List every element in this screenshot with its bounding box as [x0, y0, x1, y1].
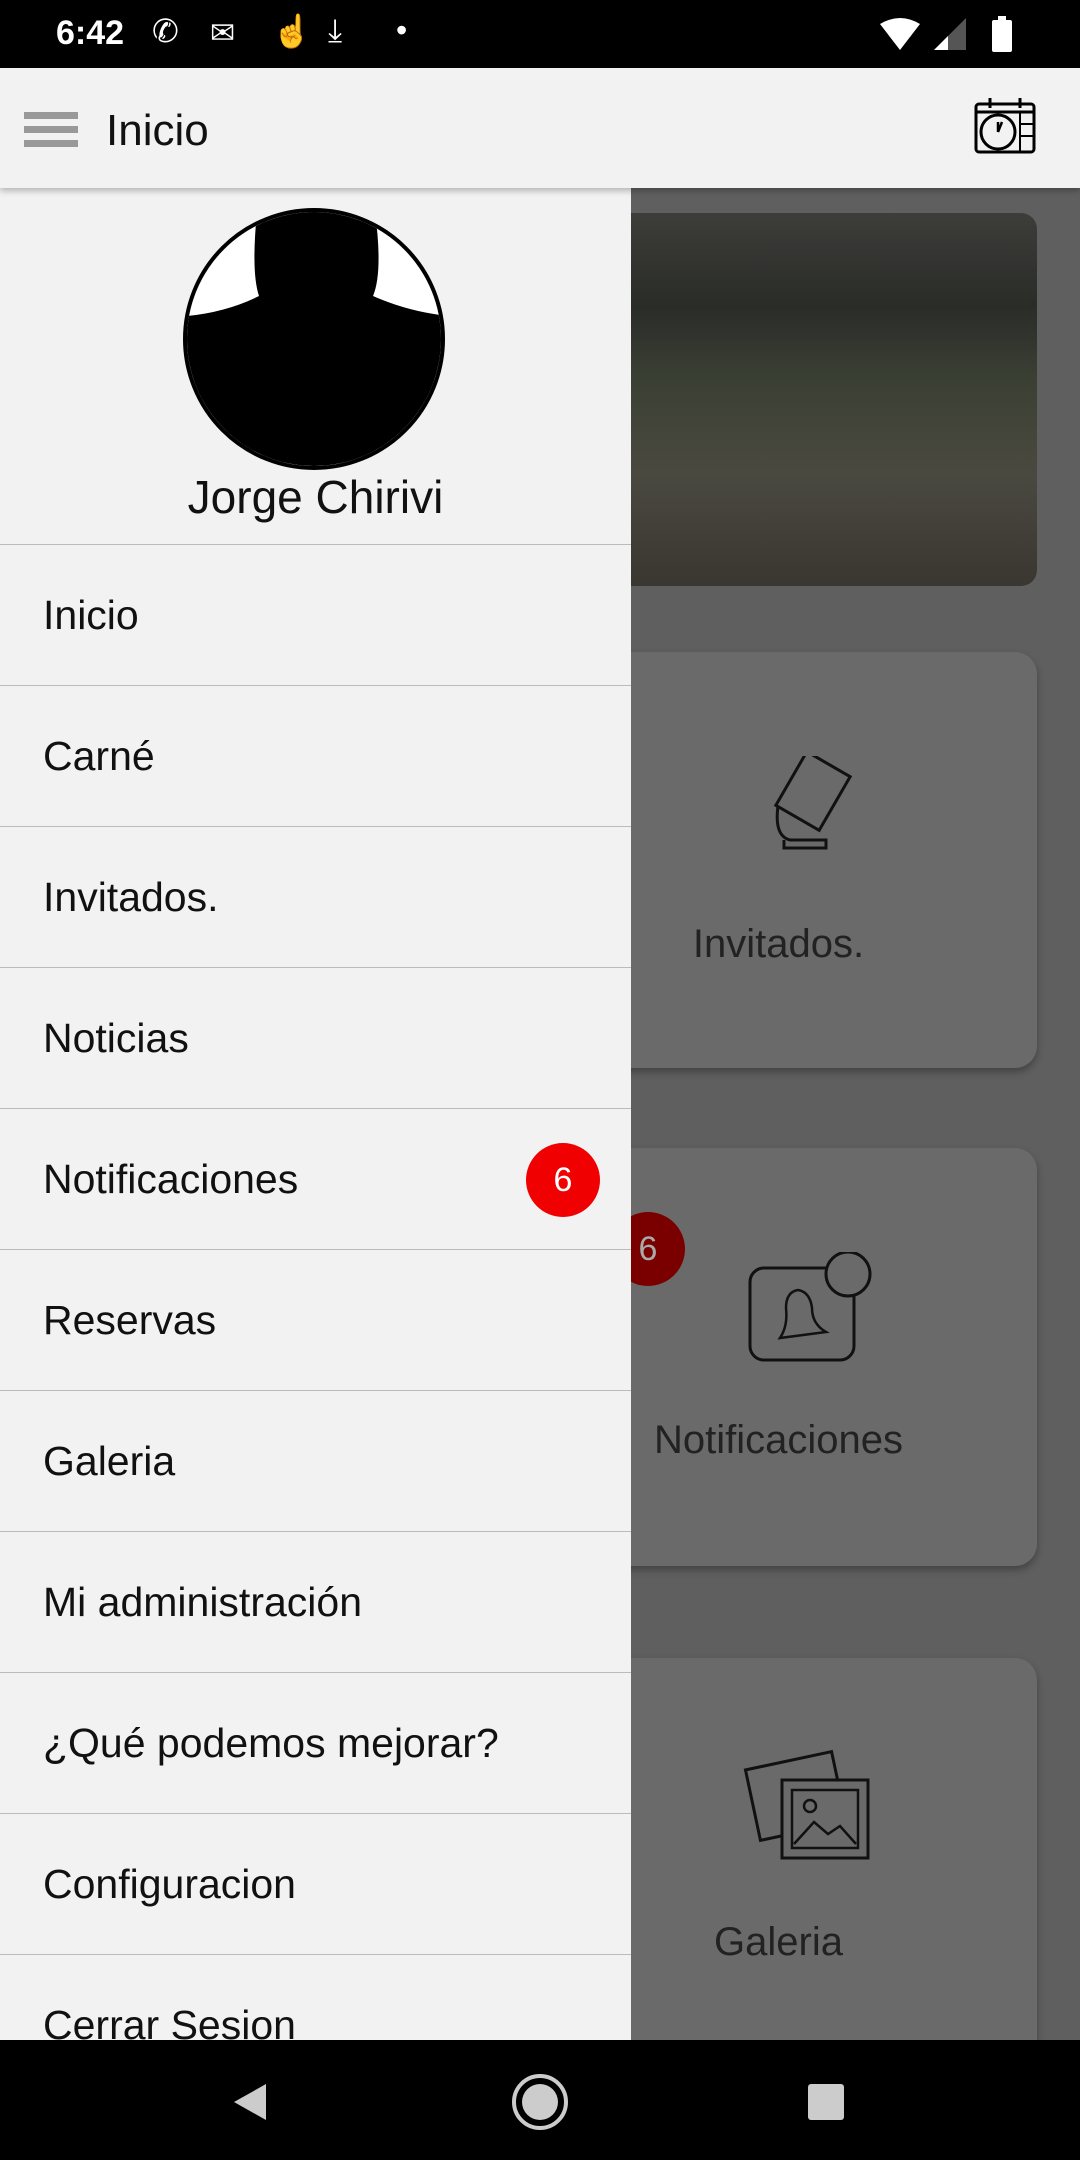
status-time: 6:42	[56, 14, 125, 52]
menu-item-mejorar[interactable]: ¿Qué podemos mejorar?	[0, 1672, 631, 1813]
wifi-icon	[880, 18, 920, 50]
battery-icon	[992, 16, 1012, 52]
menu-item-configuracion[interactable]: Configuracion	[0, 1813, 631, 1954]
app-bar: Inicio	[0, 68, 1080, 188]
status-bar: 6:42 ✆ ✉ ☝ ⤓ •	[0, 0, 1080, 68]
recents-icon[interactable]	[806, 2082, 846, 2122]
menu-item-label: Noticias	[43, 1014, 189, 1061]
menu-item-label: Notificaciones	[43, 1155, 299, 1202]
menu-item-mi-administracion[interactable]: Mi administración	[0, 1531, 631, 1672]
user-silhouette-icon	[187, 212, 441, 466]
navigation-drawer: Jorge Chirivi Inicio Carné Invitados. No…	[0, 188, 631, 2040]
menu-item-label: Inicio	[43, 591, 139, 638]
hero-image	[580, 213, 1037, 586]
menu-item-reservas[interactable]: Reservas	[0, 1249, 631, 1390]
menu-item-galeria[interactable]: Galeria	[0, 1390, 631, 1531]
menu-item-label: Reservas	[43, 1296, 217, 1343]
menu-item-carne[interactable]: Carné	[0, 685, 631, 826]
drawer-menu: Inicio Carné Invitados. Noticias Notific…	[0, 544, 631, 2040]
menu-item-noticias[interactable]: Noticias	[0, 967, 631, 1108]
back-icon[interactable]	[230, 2082, 270, 2122]
menu-item-label: ¿Qué podemos mejorar?	[43, 1719, 499, 1766]
menu-item-inicio[interactable]: Inicio	[0, 544, 631, 685]
menu-item-label: Configuracion	[43, 1860, 296, 1907]
gallery-icon	[743, 1749, 870, 1860]
page-title: Inicio	[106, 106, 209, 155]
dot-icon: •	[396, 12, 408, 48]
hamburger-icon[interactable]	[24, 112, 78, 148]
menu-item-label: Invitados.	[43, 873, 219, 920]
menu-item-cerrar-sesion[interactable]: Cerrar Sesion	[0, 1954, 631, 2040]
user-name: Jorge Chirivi	[187, 471, 444, 523]
menu-item-label: Cerrar Sesion	[43, 2001, 296, 2041]
bell-notification-icon	[748, 1252, 872, 1362]
guest-ticket-icon	[773, 756, 853, 850]
menu-item-notificaciones[interactable]: Notificaciones 6	[0, 1108, 631, 1249]
menu-item-label: Galeria	[43, 1437, 176, 1484]
download-icon: ⤓	[328, 12, 343, 48]
gmail-icon: ✉	[210, 17, 236, 50]
home-icon[interactable]	[510, 2072, 570, 2132]
menu-item-label: Carné	[43, 732, 155, 779]
avatar[interactable]	[183, 208, 445, 470]
menu-item-label: Mi administración	[43, 1578, 362, 1625]
menu-item-invitados[interactable]: Invitados.	[0, 826, 631, 967]
notification-badge: 6	[526, 1143, 600, 1217]
system-nav-bar	[0, 2040, 1080, 2160]
phone-icon: ✆	[152, 13, 179, 49]
signal-icon	[934, 18, 966, 50]
touch-icon: ☝	[272, 13, 312, 49]
calendar-clock-icon[interactable]	[974, 98, 1036, 154]
